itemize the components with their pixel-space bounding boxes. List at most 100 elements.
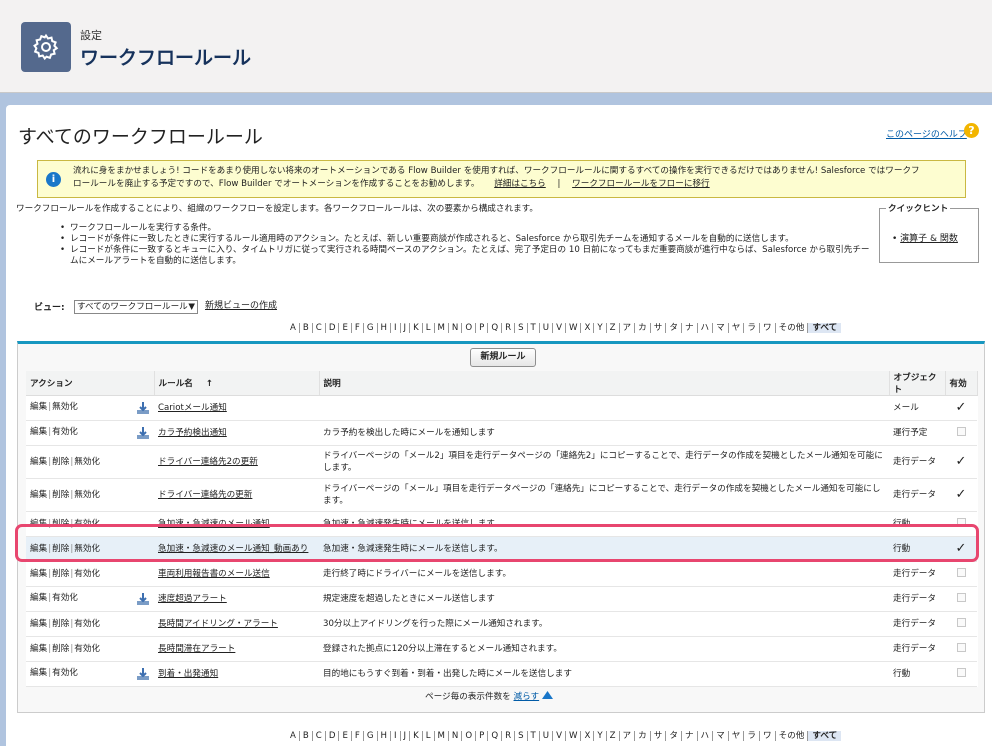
row-action-link[interactable]: 編集 [30, 427, 47, 437]
alpha-filter-item[interactable]: C [313, 323, 326, 333]
alpha-filter-item[interactable]: I [391, 323, 401, 333]
alpha-filter-item[interactable]: J [401, 323, 411, 333]
triangle-up-icon[interactable] [541, 691, 553, 699]
show-fewer-link[interactable]: 減らす [514, 692, 540, 702]
row-action-link[interactable]: 削除 [52, 519, 69, 529]
rule-name-link[interactable]: ドライバー連絡先の更新 [158, 490, 252, 500]
alpha-filter-item[interactable]: A [287, 323, 300, 333]
alpha-filter-item[interactable]: マ [713, 323, 729, 333]
download-icon[interactable] [136, 401, 150, 415]
view-select[interactable]: すべてのワークフロールール ▼ [74, 300, 198, 314]
alpha-filter-item[interactable]: B [300, 323, 313, 333]
alpha-filter-item[interactable]: R [502, 731, 516, 741]
row-action-link[interactable]: 無効化 [52, 402, 78, 412]
alpha-filter-item[interactable]: I [391, 731, 401, 741]
alpha-filter-item[interactable]: O [462, 731, 477, 741]
alpha-filter-item[interactable]: J [401, 731, 411, 741]
row-action-link[interactable]: 無効化 [74, 544, 100, 554]
row-action-link[interactable]: 有効化 [74, 619, 100, 629]
rule-name-link[interactable]: 急加速・急減速のメール通知 [158, 519, 270, 529]
alpha-filter-item[interactable]: D [326, 323, 340, 333]
alpha-filter-item[interactable]: ヤ [729, 323, 745, 333]
alpha-filter-item[interactable]: Q [488, 323, 503, 333]
alpha-filter-item[interactable]: Q [488, 731, 503, 741]
row-action-link[interactable]: 編集 [30, 619, 47, 629]
alpha-filter-item[interactable]: G [364, 323, 378, 333]
alpha-filter-item[interactable]: ア [620, 323, 636, 333]
alpha-filter-item[interactable]: V [553, 323, 566, 333]
alpha-filter-item[interactable]: サ [651, 731, 667, 741]
alpha-filter-item[interactable]: F [352, 731, 364, 741]
rule-name-link[interactable]: 急加速・急減速のメール通知_動画あり [158, 544, 308, 554]
alpha-filter-item[interactable]: N [449, 323, 463, 333]
alpha-filter-item[interactable]: M [435, 323, 449, 333]
row-action-link[interactable]: 有効化 [52, 668, 78, 678]
row-action-link[interactable]: 編集 [30, 519, 47, 529]
row-action-link[interactable]: 有効化 [74, 569, 100, 579]
create-view-link[interactable]: 新規ビューの作成 [205, 298, 277, 311]
alpha-filter-item[interactable]: W [566, 323, 582, 333]
rule-name-link[interactable]: 車両利用報告書のメール送信 [158, 569, 270, 579]
alpha-filter-item[interactable]: ナ [682, 731, 698, 741]
alpha-filter-item[interactable]: タ [666, 731, 682, 741]
alpha-filter-item[interactable]: N [449, 731, 463, 741]
rule-name-link[interactable]: カラ予約検出通知 [158, 428, 227, 438]
row-action-link[interactable]: 削除 [52, 544, 69, 554]
alpha-filter-item[interactable]: X [581, 731, 595, 741]
alpha-filter-item[interactable]: U [540, 323, 554, 333]
alpha-filter-item[interactable]: B [300, 731, 313, 741]
alpha-filter-item[interactable]: ラ [744, 731, 760, 741]
alpha-filter-item[interactable]: K [410, 323, 423, 333]
banner-migrate-link[interactable]: ワークフロールールをフローに移行 [572, 179, 710, 189]
alpha-filter-item[interactable]: マ [713, 731, 729, 741]
alpha-filter-item[interactable]: Z [607, 323, 620, 333]
alpha-filter-item[interactable]: P [476, 731, 489, 741]
rule-name-link[interactable]: Cariotメール通知 [158, 403, 227, 413]
row-action-link[interactable]: 編集 [30, 402, 47, 412]
column-header-name[interactable]: ルール名 ↑ [154, 371, 320, 396]
alpha-filter-item[interactable]: カ [635, 323, 651, 333]
alpha-filter-item[interactable]: G [364, 731, 378, 741]
new-rule-button[interactable]: 新規ルール [470, 348, 536, 367]
alpha-filter-item[interactable]: ラ [744, 323, 760, 333]
row-action-link[interactable]: 編集 [30, 644, 47, 654]
row-action-link[interactable]: 有効化 [74, 519, 100, 529]
download-icon[interactable] [136, 592, 150, 606]
row-action-link[interactable]: 削除 [52, 569, 69, 579]
alpha-filter-item[interactable]: ナ [682, 323, 698, 333]
row-action-link[interactable]: 編集 [30, 457, 47, 467]
download-icon[interactable] [136, 426, 150, 440]
alpha-filter-item[interactable]: E [339, 731, 352, 741]
alpha-filter-item[interactable]: ハ [698, 731, 714, 741]
row-action-link[interactable]: 有効化 [74, 644, 100, 654]
alpha-filter-item[interactable]: H [378, 323, 391, 333]
alpha-filter-item[interactable]: タ [666, 323, 682, 333]
row-action-link[interactable]: 削除 [52, 457, 69, 467]
row-action-link[interactable]: 編集 [30, 544, 47, 554]
row-action-link[interactable]: 編集 [30, 593, 47, 603]
alpha-filter-item[interactable]: ハ [698, 323, 714, 333]
alpha-filter-item[interactable]: K [410, 731, 423, 741]
alpha-filter-item[interactable]: Y [594, 731, 607, 741]
alpha-filter-item[interactable]: R [502, 323, 516, 333]
row-action-link[interactable]: 削除 [52, 619, 69, 629]
alpha-filter-item[interactable]: T [528, 731, 540, 741]
rule-name-link[interactable]: 長時間アイドリング・アラート [158, 619, 278, 629]
alpha-filter-item[interactable]: M [435, 731, 449, 741]
alpha-filter-item[interactable]: W [566, 731, 582, 741]
alpha-filter-item[interactable]: Z [607, 731, 620, 741]
row-action-link[interactable]: 有効化 [52, 427, 78, 437]
row-action-link[interactable]: 有効化 [52, 593, 78, 603]
alpha-filter-item[interactable]: ア [620, 731, 636, 741]
alpha-filter-item[interactable]: S [515, 323, 528, 333]
alpha-filter-item[interactable]: X [581, 323, 595, 333]
banner-details-link[interactable]: 詳細はこちら [494, 179, 546, 189]
alpha-filter-item[interactable]: C [313, 731, 326, 741]
row-action-link[interactable]: 無効化 [74, 490, 100, 500]
alpha-filter-item[interactable]: すべて [808, 731, 842, 741]
help-link[interactable]: このページのヘルプ [886, 127, 967, 140]
help-icon[interactable]: ? [964, 123, 979, 138]
alpha-filter-item[interactable]: T [528, 323, 540, 333]
alpha-filter-item[interactable]: ワ [760, 323, 776, 333]
alpha-filter-item[interactable]: D [326, 731, 340, 741]
